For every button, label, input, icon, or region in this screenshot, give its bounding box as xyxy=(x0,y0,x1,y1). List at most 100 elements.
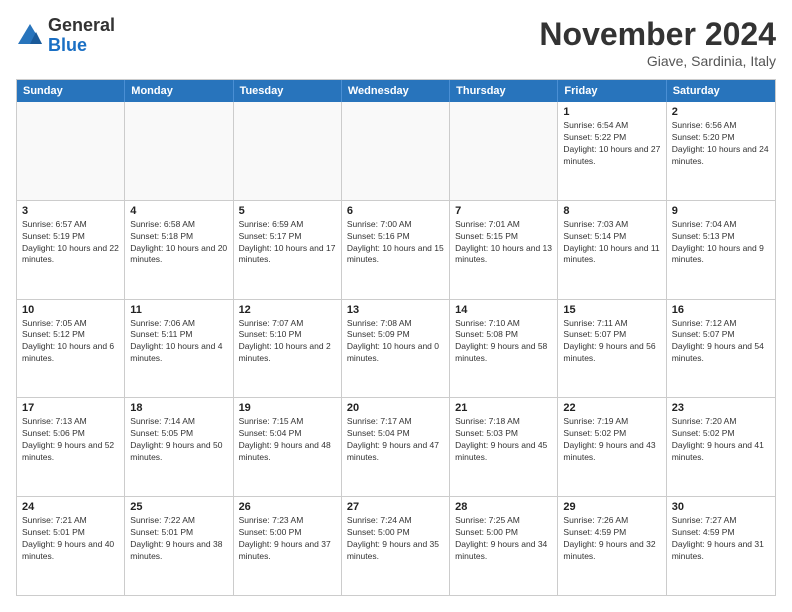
day-number: 24 xyxy=(22,501,119,513)
page: General Blue November 2024 Giave, Sardin… xyxy=(0,0,792,612)
day-info: Sunrise: 7:10 AMSunset: 5:08 PMDaylight:… xyxy=(455,318,552,366)
day-info: Sunrise: 6:58 AMSunset: 5:18 PMDaylight:… xyxy=(130,219,227,267)
day-number: 29 xyxy=(563,501,660,513)
day-info: Sunrise: 7:00 AMSunset: 5:16 PMDaylight:… xyxy=(347,219,444,267)
day-number: 5 xyxy=(239,205,336,217)
cal-cell: 18 Sunrise: 7:14 AMSunset: 5:05 PMDayligh… xyxy=(125,398,233,496)
day-info: Sunrise: 7:11 AMSunset: 5:07 PMDaylight:… xyxy=(563,318,660,366)
day-number: 27 xyxy=(347,501,444,513)
week-row-0: 1Sunrise: 6:54 AMSunset: 5:22 PMDaylight… xyxy=(17,102,775,200)
day-number: 30 xyxy=(672,501,770,513)
cal-cell: 11Sunrise: 7:06 AMSunset: 5:11 PMDayligh… xyxy=(125,300,233,398)
cal-cell: 15 Sunrise: 7:11 AMSunset: 5:07 PMDayligh… xyxy=(558,300,666,398)
day-number: 23 xyxy=(672,402,770,414)
day-info: Sunrise: 7:13 AMSunset: 5:06 PMDaylight:… xyxy=(22,416,119,464)
day-info: Sunrise: 7:08 AMSunset: 5:09 PMDaylight:… xyxy=(347,318,444,366)
header-day-thursday: Thursday xyxy=(450,80,558,102)
cal-cell: 2 Sunrise: 6:56 AMSunset: 5:20 PMDaylight… xyxy=(667,102,775,200)
day-number: 20 xyxy=(347,402,444,414)
header-day-saturday: Saturday xyxy=(667,80,775,102)
day-info: Sunrise: 7:21 AMSunset: 5:01 PMDaylight:… xyxy=(22,515,119,563)
title-block: November 2024 Giave, Sardinia, Italy xyxy=(539,16,776,69)
cal-cell: 1Sunrise: 6:54 AMSunset: 5:22 PMDaylight… xyxy=(558,102,666,200)
cal-cell: 17 Sunrise: 7:13 AMSunset: 5:06 PMDayligh… xyxy=(17,398,125,496)
cal-cell xyxy=(125,102,233,200)
cal-cell: 20 Sunrise: 7:17 AMSunset: 5:04 PMDayligh… xyxy=(342,398,450,496)
day-info: Sunrise: 7:27 AMSunset: 4:59 PMDaylight:… xyxy=(672,515,770,563)
cal-cell xyxy=(17,102,125,200)
week-row-2: 10 Sunrise: 7:05 AMSunset: 5:12 PMDayligh… xyxy=(17,299,775,398)
cal-cell: 30 Sunrise: 7:27 AMSunset: 4:59 PMDayligh… xyxy=(667,497,775,595)
cal-cell: 7Sunrise: 7:01 AMSunset: 5:15 PMDaylight… xyxy=(450,201,558,299)
day-info: Sunrise: 6:54 AMSunset: 5:22 PMDaylight:… xyxy=(563,120,660,168)
day-info: Sunrise: 7:25 AMSunset: 5:00 PMDaylight:… xyxy=(455,515,552,563)
cal-cell: 29Sunrise: 7:26 AMSunset: 4:59 PMDayligh… xyxy=(558,497,666,595)
calendar: SundayMondayTuesdayWednesdayThursdayFrid… xyxy=(16,79,776,596)
day-info: Sunrise: 7:06 AMSunset: 5:11 PMDaylight:… xyxy=(130,318,227,366)
day-number: 18 xyxy=(130,402,227,414)
cal-cell: 12 Sunrise: 7:07 AMSunset: 5:10 PMDayligh… xyxy=(234,300,342,398)
logo-icon xyxy=(16,22,44,50)
day-info: Sunrise: 7:15 AMSunset: 5:04 PMDaylight:… xyxy=(239,416,336,464)
header-day-friday: Friday xyxy=(558,80,666,102)
logo-blue: Blue xyxy=(48,36,115,56)
calendar-header: SundayMondayTuesdayWednesdayThursdayFrid… xyxy=(17,80,775,102)
day-info: Sunrise: 7:22 AMSunset: 5:01 PMDaylight:… xyxy=(130,515,227,563)
day-number: 25 xyxy=(130,501,227,513)
location: Giave, Sardinia, Italy xyxy=(539,53,776,69)
cal-cell: 27 Sunrise: 7:24 AMSunset: 5:00 PMDayligh… xyxy=(342,497,450,595)
day-number: 19 xyxy=(239,402,336,414)
day-number: 13 xyxy=(347,304,444,316)
cal-cell: 26 Sunrise: 7:23 AMSunset: 5:00 PMDayligh… xyxy=(234,497,342,595)
day-number: 26 xyxy=(239,501,336,513)
cal-cell: 21 Sunrise: 7:18 AMSunset: 5:03 PMDayligh… xyxy=(450,398,558,496)
cal-cell: 28 Sunrise: 7:25 AMSunset: 5:00 PMDayligh… xyxy=(450,497,558,595)
day-number: 9 xyxy=(672,205,770,217)
cal-cell: 5Sunrise: 6:59 AMSunset: 5:17 PMDaylight… xyxy=(234,201,342,299)
cal-cell: 14Sunrise: 7:10 AMSunset: 5:08 PMDayligh… xyxy=(450,300,558,398)
calendar-body: 1Sunrise: 6:54 AMSunset: 5:22 PMDaylight… xyxy=(17,102,775,595)
cal-cell xyxy=(450,102,558,200)
day-info: Sunrise: 7:12 AMSunset: 5:07 PMDaylight:… xyxy=(672,318,770,366)
day-number: 3 xyxy=(22,205,119,217)
cal-cell: 25 Sunrise: 7:22 AMSunset: 5:01 PMDayligh… xyxy=(125,497,233,595)
day-number: 28 xyxy=(455,501,552,513)
day-number: 15 xyxy=(563,304,660,316)
day-info: Sunrise: 6:57 AMSunset: 5:19 PMDaylight:… xyxy=(22,219,119,267)
cal-cell: 10 Sunrise: 7:05 AMSunset: 5:12 PMDayligh… xyxy=(17,300,125,398)
day-number: 22 xyxy=(563,402,660,414)
day-info: Sunrise: 7:24 AMSunset: 5:00 PMDaylight:… xyxy=(347,515,444,563)
cal-cell: 24 Sunrise: 7:21 AMSunset: 5:01 PMDayligh… xyxy=(17,497,125,595)
cal-cell: 8Sunrise: 7:03 AMSunset: 5:14 PMDaylight… xyxy=(558,201,666,299)
day-number: 6 xyxy=(347,205,444,217)
day-number: 2 xyxy=(672,106,770,118)
day-info: Sunrise: 7:18 AMSunset: 5:03 PMDaylight:… xyxy=(455,416,552,464)
day-info: Sunrise: 7:14 AMSunset: 5:05 PMDaylight:… xyxy=(130,416,227,464)
week-row-4: 24 Sunrise: 7:21 AMSunset: 5:01 PMDayligh… xyxy=(17,496,775,595)
day-number: 10 xyxy=(22,304,119,316)
day-info: Sunrise: 7:03 AMSunset: 5:14 PMDaylight:… xyxy=(563,219,660,267)
day-info: Sunrise: 6:56 AMSunset: 5:20 PMDaylight:… xyxy=(672,120,770,168)
day-info: Sunrise: 7:04 AMSunset: 5:13 PMDaylight:… xyxy=(672,219,770,267)
day-info: Sunrise: 7:17 AMSunset: 5:04 PMDaylight:… xyxy=(347,416,444,464)
day-info: Sunrise: 7:23 AMSunset: 5:00 PMDaylight:… xyxy=(239,515,336,563)
day-number: 21 xyxy=(455,402,552,414)
week-row-3: 17 Sunrise: 7:13 AMSunset: 5:06 PMDayligh… xyxy=(17,397,775,496)
week-row-1: 3 Sunrise: 6:57 AMSunset: 5:19 PMDaylight… xyxy=(17,200,775,299)
cal-cell: 16 Sunrise: 7:12 AMSunset: 5:07 PMDayligh… xyxy=(667,300,775,398)
day-info: Sunrise: 7:05 AMSunset: 5:12 PMDaylight:… xyxy=(22,318,119,366)
header-day-wednesday: Wednesday xyxy=(342,80,450,102)
month-title: November 2024 xyxy=(539,16,776,53)
header: General Blue November 2024 Giave, Sardin… xyxy=(16,16,776,69)
cal-cell: 6 Sunrise: 7:00 AMSunset: 5:16 PMDaylight… xyxy=(342,201,450,299)
header-day-sunday: Sunday xyxy=(17,80,125,102)
day-info: Sunrise: 7:07 AMSunset: 5:10 PMDaylight:… xyxy=(239,318,336,366)
day-info: Sunrise: 7:01 AMSunset: 5:15 PMDaylight:… xyxy=(455,219,552,267)
cal-cell xyxy=(342,102,450,200)
day-number: 12 xyxy=(239,304,336,316)
logo-general: General xyxy=(48,16,115,36)
logo: General Blue xyxy=(16,16,115,56)
day-number: 16 xyxy=(672,304,770,316)
logo-text: General Blue xyxy=(48,16,115,56)
day-number: 17 xyxy=(22,402,119,414)
